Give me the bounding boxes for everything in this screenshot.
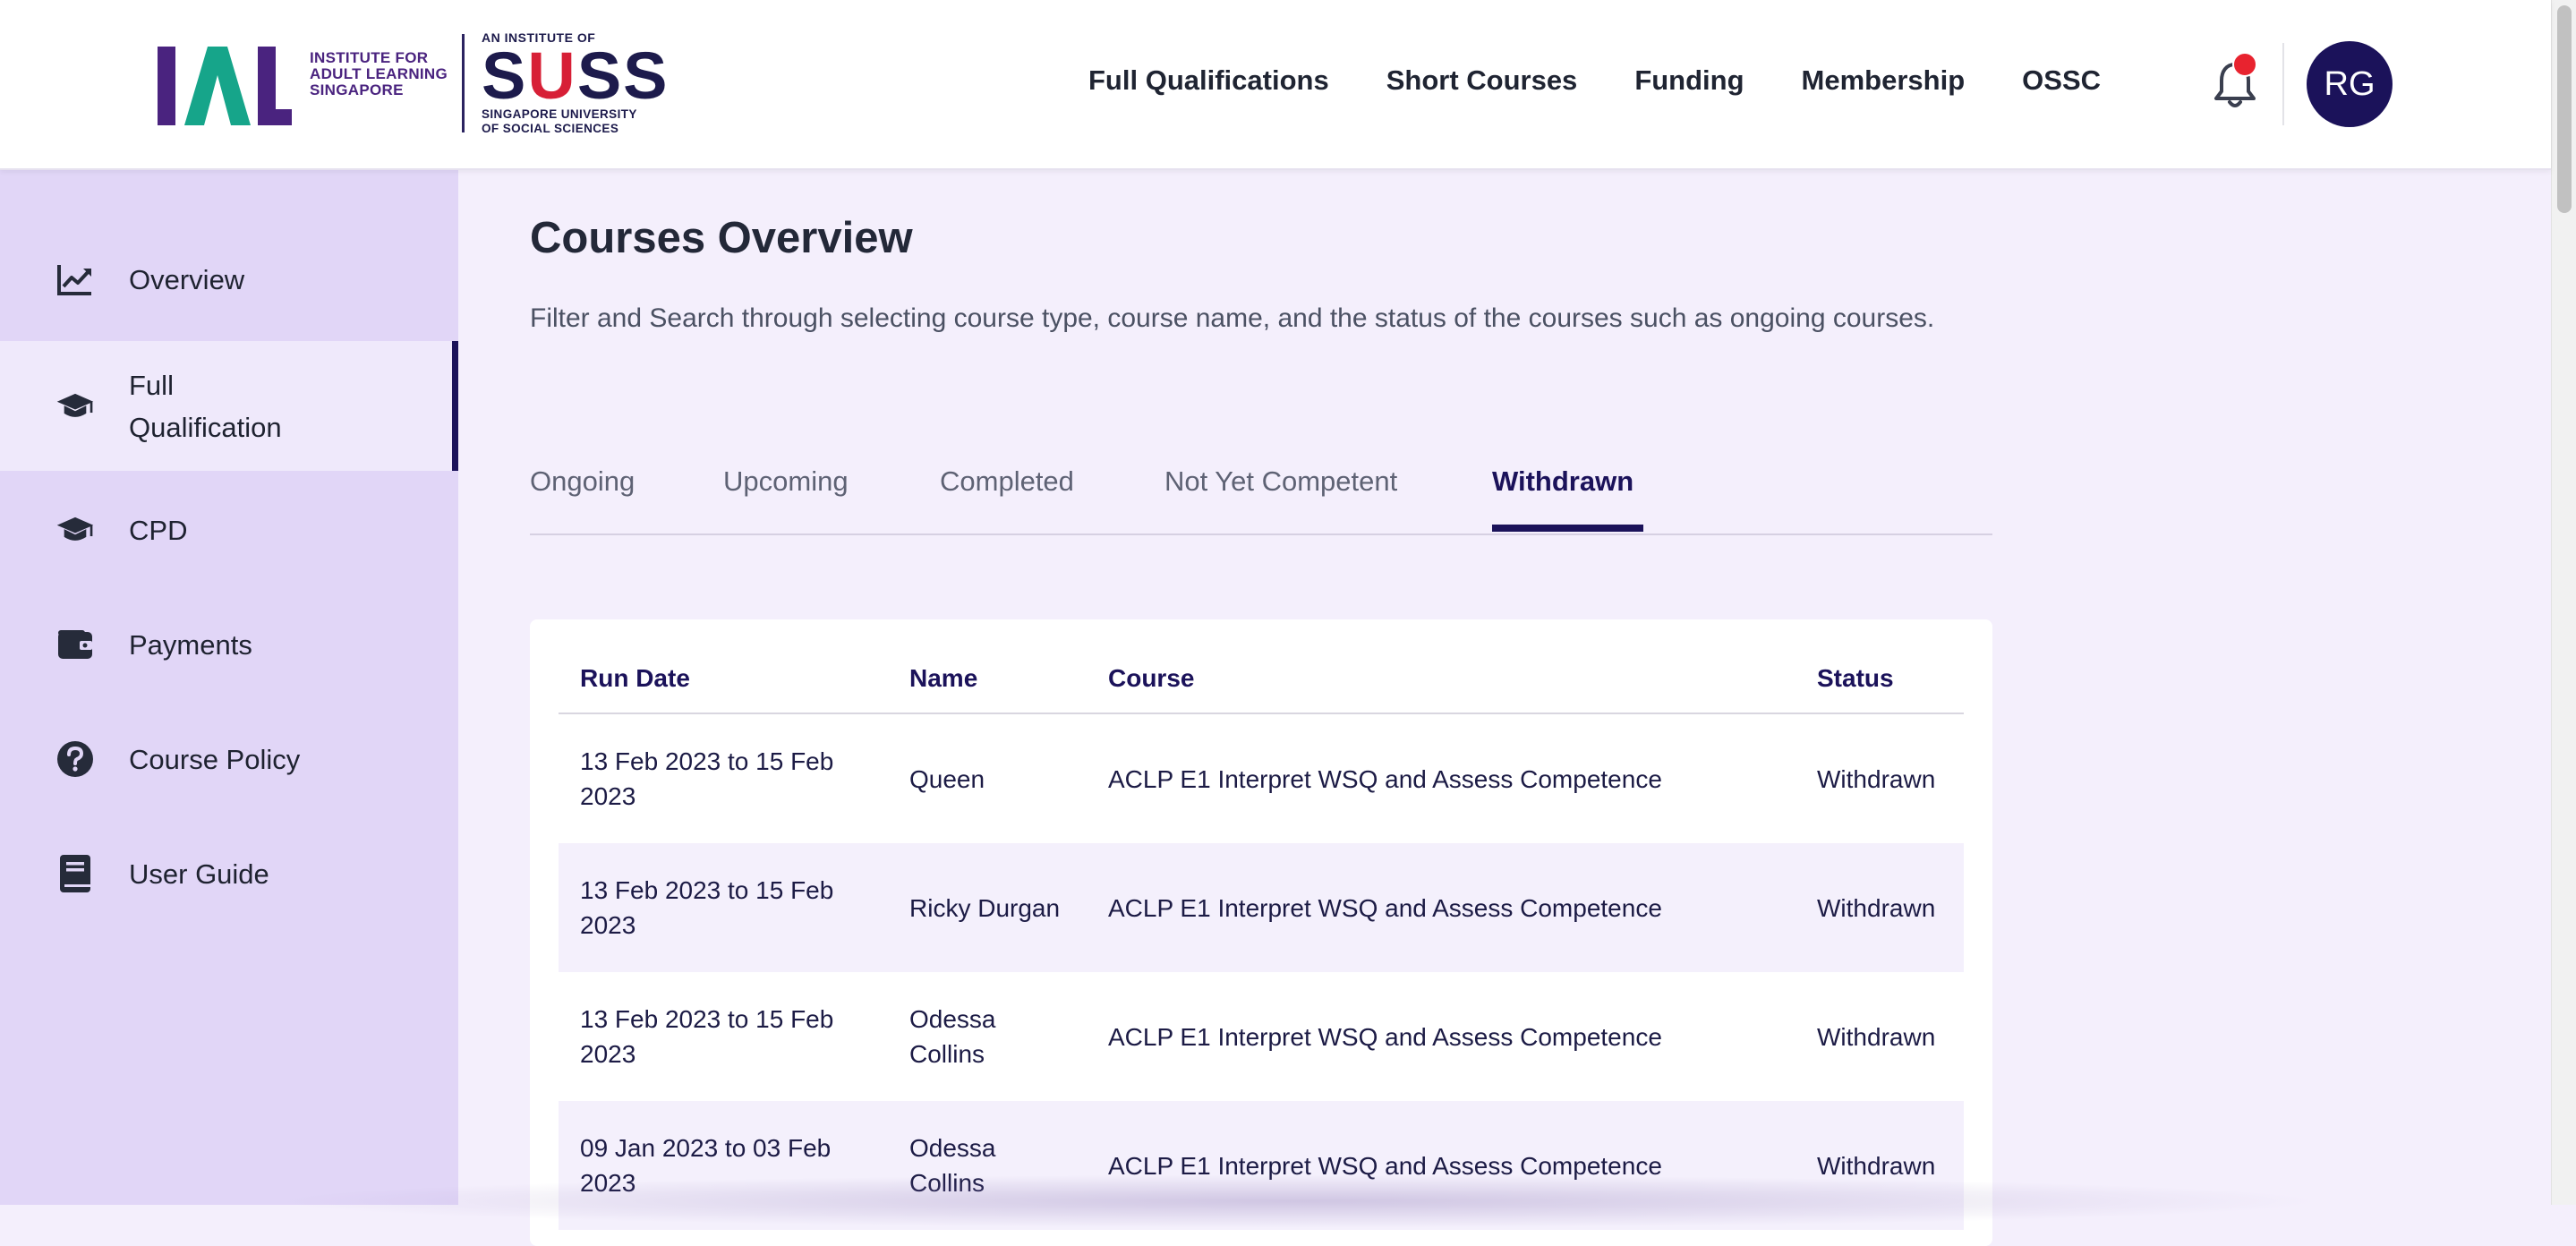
column-header-course: Course xyxy=(1108,664,1195,692)
header-divider xyxy=(2282,43,2284,125)
suss-wordmark: SUSS xyxy=(482,38,670,113)
graduation-cap-icon xyxy=(55,510,95,550)
suss-subtitle-1: SINGAPORE UNIVERSITY xyxy=(482,107,637,121)
sidebar-item-label: Payments xyxy=(129,628,252,661)
sidebar-item-payments[interactable]: Payments xyxy=(0,598,458,691)
cell-status: Withdrawn xyxy=(1817,1022,1936,1051)
sidebar-item-course-policy[interactable]: Course Policy xyxy=(0,713,458,806)
sidebar-item-label: Full Qualification xyxy=(129,369,282,443)
column-header-run-date: Run Date xyxy=(580,664,690,692)
tab-withdrawn[interactable]: Withdrawn xyxy=(1492,465,1633,498)
cell-name: Ricky Durgan xyxy=(909,893,1061,922)
wallet-icon xyxy=(55,625,95,664)
logo-divider xyxy=(462,34,465,132)
ial-logo-mark xyxy=(158,39,292,129)
suss-logo: AN INSTITUTE OF SUSS SINGAPORE UNIVERSIT… xyxy=(482,30,670,136)
sidebar-item-user-guide[interactable]: User Guide xyxy=(0,827,458,920)
top-navigation: Full Qualifications Short Courses Fundin… xyxy=(1088,64,2101,97)
graduation-cap-icon xyxy=(55,387,95,426)
status-tabs: Ongoing Upcoming Completed Not Yet Compe… xyxy=(530,458,1992,535)
tab-upcoming[interactable]: Upcoming xyxy=(723,465,849,498)
cell-status: Withdrawn xyxy=(1817,893,1936,922)
trend-chart-icon xyxy=(55,260,95,299)
site-logo[interactable]: INSTITUTE FOR ADULT LEARNING SINGAPORE A… xyxy=(158,30,668,138)
nav-membership[interactable]: Membership xyxy=(1802,64,1966,97)
top-header: INSTITUTE FOR ADULT LEARNING SINGAPORE A… xyxy=(0,0,2551,170)
nav-full-qualifications[interactable]: Full Qualifications xyxy=(1088,64,1329,97)
tab-ongoing[interactable]: Ongoing xyxy=(530,465,635,498)
cell-run-date: 09 Jan 2023 to 03 Feb 2023 xyxy=(580,1134,832,1197)
sidebar-item-label: Overview xyxy=(129,263,245,295)
cell-name: Odessa Collins xyxy=(909,1134,996,1197)
column-header-status: Status xyxy=(1817,664,1894,692)
page-description: Filter and Search through selecting cour… xyxy=(530,303,1935,333)
cell-course: ACLP E1 Interpret WSQ and Assess Compete… xyxy=(1108,1151,1662,1180)
sidebar-item-cpd[interactable]: CPD xyxy=(0,483,458,576)
cell-status: Withdrawn xyxy=(1817,764,1936,793)
active-tab-indicator xyxy=(1492,525,1643,532)
cell-name: Queen xyxy=(909,764,985,793)
sidebar-item-label: User Guide xyxy=(129,858,269,890)
cell-course: ACLP E1 Interpret WSQ and Assess Compete… xyxy=(1108,1022,1662,1051)
cell-course: ACLP E1 Interpret WSQ and Assess Compete… xyxy=(1108,893,1662,922)
tab-not-yet-competent[interactable]: Not Yet Competent xyxy=(1164,465,1397,498)
suss-subtitle-2: OF SOCIAL SCIENCES xyxy=(482,122,619,135)
cell-run-date: 13 Feb 2023 to 15 Feb 2023 xyxy=(580,1005,834,1068)
sidebar-item-label: CPD xyxy=(129,514,188,546)
table-row[interactable]: 13 Feb 2023 to 15 Feb 2023 Odessa Collin… xyxy=(559,972,1964,1101)
help-circle-icon xyxy=(55,739,95,779)
sidebar: Overview Full Qualification CPD Payments… xyxy=(0,170,458,1205)
book-icon xyxy=(55,854,95,893)
table-row[interactable]: 13 Feb 2023 to 15 Feb 2023 Ricky Durgan … xyxy=(559,843,1964,972)
scrollbar-thumb[interactable] xyxy=(2557,5,2572,213)
courses-table-card: Run Date Name Course Status 13 Feb 2023 … xyxy=(530,619,1992,1246)
ial-logo-text: INSTITUTE FOR ADULT LEARNING SINGAPORE xyxy=(310,49,448,98)
page-title: Courses Overview xyxy=(530,214,913,262)
user-avatar[interactable]: RG xyxy=(2307,41,2393,127)
notification-badge xyxy=(2232,52,2257,77)
column-header-name: Name xyxy=(909,664,978,692)
cell-course: ACLP E1 Interpret WSQ and Assess Compete… xyxy=(1108,764,1662,793)
sidebar-item-overview[interactable]: Overview xyxy=(0,227,458,331)
cell-status: Withdrawn xyxy=(1817,1151,1936,1180)
cell-run-date: 13 Feb 2023 to 15 Feb 2023 xyxy=(580,876,834,939)
tab-completed[interactable]: Completed xyxy=(940,465,1074,498)
sidebar-item-full-qualification[interactable]: Full Qualification xyxy=(0,341,458,471)
page-scrollbar[interactable] xyxy=(2551,0,2576,1205)
nav-short-courses[interactable]: Short Courses xyxy=(1386,64,1578,97)
table-row[interactable]: 13 Feb 2023 to 15 Feb 2023 Queen ACLP E1… xyxy=(559,714,1964,843)
cell-run-date: 13 Feb 2023 to 15 Feb 2023 xyxy=(580,747,834,810)
nav-funding[interactable]: Funding xyxy=(1634,64,1744,97)
table-row[interactable]: 09 Jan 2023 to 03 Feb 2023 Odessa Collin… xyxy=(559,1101,1964,1230)
cell-name: Odessa Collins xyxy=(909,1005,996,1068)
sidebar-item-label: Course Policy xyxy=(129,743,301,775)
nav-ossc[interactable]: OSSC xyxy=(2022,64,2101,97)
